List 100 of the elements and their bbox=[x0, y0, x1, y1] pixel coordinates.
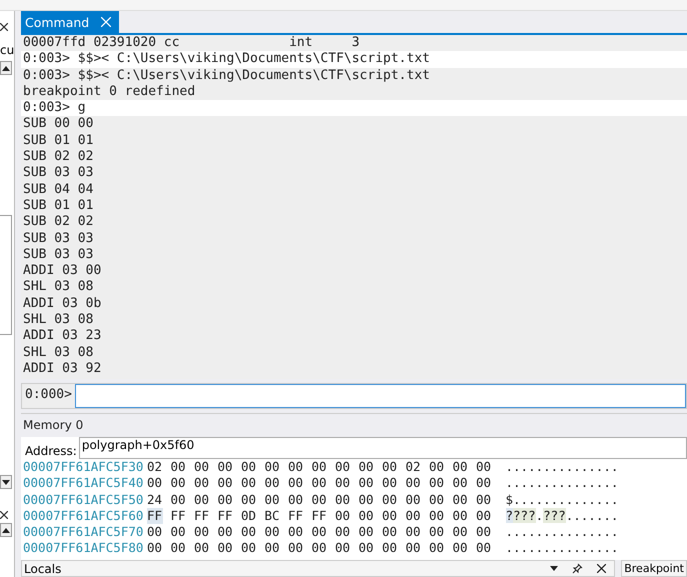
output-line: SUB 04 04 bbox=[22, 182, 94, 198]
hex-byte: 00 bbox=[406, 492, 422, 508]
breakpoints-tab[interactable]: Breakpoint bbox=[621, 560, 687, 577]
prompt-label: 0:000> bbox=[22, 384, 75, 408]
hex-byte: 00 bbox=[264, 459, 280, 476]
memory-address: 00007FF61AFC5F40 bbox=[22, 475, 144, 492]
hex-byte: 00 bbox=[194, 475, 210, 492]
memory-address: 00007FF61AFC5F80 bbox=[22, 540, 144, 557]
hex-byte: 00 bbox=[406, 508, 422, 524]
hex-byte: 00 bbox=[218, 492, 234, 508]
close-icon[interactable] bbox=[0, 23, 8, 31]
hex-byte: 00 bbox=[358, 508, 374, 524]
output-line: SHL 03 08 bbox=[22, 312, 94, 328]
output-line: ADDI 03 92 bbox=[22, 360, 102, 378]
hex-byte: 00 bbox=[476, 508, 492, 524]
hex-byte: 00 bbox=[312, 459, 328, 476]
hex-byte: 00 bbox=[335, 459, 351, 476]
ascii-text: ??? bbox=[543, 508, 566, 523]
hex-byte: 00 bbox=[194, 492, 210, 508]
output-line: ADDI 03 0b bbox=[22, 296, 102, 312]
hex-byte: 00 bbox=[264, 540, 280, 557]
hex-byte: 0D bbox=[241, 508, 257, 524]
hex-byte: 00 bbox=[170, 492, 186, 508]
address-field[interactable]: polygraph+0x5f60 bbox=[78, 437, 687, 459]
hex-byte: 00 bbox=[406, 524, 422, 540]
dropdown-caret-icon[interactable] bbox=[550, 566, 558, 571]
ascii-text: ............... bbox=[506, 540, 618, 556]
hex-byte: 00 bbox=[452, 524, 468, 540]
hex-byte: 00 bbox=[358, 492, 374, 508]
hex-byte: 24 bbox=[147, 492, 163, 508]
output-line: 0:003> $$>< C:\Users\viking\Documents\CTF\script.txt bbox=[22, 68, 431, 84]
hex-byte: 00 bbox=[335, 524, 351, 540]
hex-byte: BC bbox=[264, 508, 280, 524]
ascii-text: ............... bbox=[506, 459, 618, 474]
hex-byte: 00 bbox=[429, 524, 445, 540]
hex-byte: 00 bbox=[147, 540, 163, 557]
output-line: SUB 00 00 bbox=[22, 116, 94, 133]
scroll-up-button[interactable] bbox=[0, 523, 12, 537]
hex-byte: 00 bbox=[335, 540, 351, 557]
hex-byte: 00 bbox=[429, 475, 445, 492]
memory-address: 00007FF61AFC5F70 bbox=[22, 524, 144, 540]
ascii-text: $.............. bbox=[506, 492, 618, 507]
scroll-down-button[interactable] bbox=[0, 475, 12, 489]
hex-byte: 00 bbox=[147, 524, 163, 540]
hex-byte: 00 bbox=[194, 524, 210, 540]
hex-byte: 00 bbox=[382, 475, 398, 492]
pin-icon[interactable] bbox=[572, 563, 584, 574]
hex-byte: 00 bbox=[358, 475, 374, 492]
hex-byte: FF bbox=[147, 508, 163, 524]
output-line: SUB 03 03 bbox=[22, 230, 94, 247]
hex-byte: 00 bbox=[241, 492, 257, 508]
close-icon[interactable] bbox=[597, 564, 606, 573]
hex-byte: 00 bbox=[382, 524, 398, 540]
output-line: SUB 03 03 bbox=[22, 246, 94, 264]
hex-byte: 00 bbox=[476, 524, 492, 540]
hex-byte: 00 bbox=[335, 492, 351, 508]
memory-address: 00007FF61AFC5F60 bbox=[22, 508, 144, 524]
locals-title: Locals bbox=[23, 562, 62, 576]
hex-byte: 00 bbox=[194, 459, 210, 476]
output-line: SHL 03 08 bbox=[22, 279, 94, 296]
hex-byte: 00 bbox=[382, 508, 398, 524]
hex-byte: 00 bbox=[358, 540, 374, 557]
output-line: breakpoint 0 redefined bbox=[22, 84, 196, 100]
hex-byte: FF bbox=[170, 508, 186, 524]
hex-byte: 00 bbox=[476, 492, 492, 508]
close-icon[interactable] bbox=[0, 511, 8, 519]
hex-byte: 00 bbox=[476, 459, 492, 476]
hex-byte: 00 bbox=[382, 459, 398, 476]
hex-byte: 00 bbox=[452, 540, 468, 557]
hex-byte: 02 bbox=[147, 459, 163, 476]
output-line: SUB 03 03 bbox=[22, 165, 94, 182]
hex-byte: 00 bbox=[218, 524, 234, 540]
ascii-text: ............... bbox=[506, 475, 618, 490]
hex-byte: 00 bbox=[241, 475, 257, 492]
memory-title: Memory 0 bbox=[22, 417, 84, 434]
hex-byte: 00 bbox=[170, 459, 186, 476]
hex-byte: 00 bbox=[429, 540, 445, 557]
down-triangle-icon bbox=[2, 480, 10, 484]
hex-byte: 00 bbox=[264, 524, 280, 540]
address-label: Address: bbox=[24, 443, 78, 458]
hex-byte: 00 bbox=[241, 540, 257, 557]
hex-byte: 00 bbox=[170, 524, 186, 540]
hex-byte: 00 bbox=[406, 540, 422, 557]
hex-byte: 00 bbox=[335, 508, 351, 524]
hex-byte: 00 bbox=[382, 540, 398, 557]
scroll-up-button[interactable] bbox=[0, 61, 12, 75]
locals-panel-header[interactable]: Locals bbox=[21, 560, 616, 577]
hex-byte: 00 bbox=[429, 492, 445, 508]
hex-byte: 00 bbox=[288, 540, 304, 557]
output-line: ADDI 03 00 bbox=[22, 263, 102, 280]
hex-byte: 00 bbox=[452, 475, 468, 492]
hex-byte: 00 bbox=[218, 540, 234, 557]
hex-byte: 00 bbox=[406, 475, 422, 492]
ascii-text: ??? bbox=[513, 508, 536, 523]
output-line: SHL 03 08 bbox=[22, 344, 94, 361]
hex-byte: FF bbox=[288, 508, 304, 524]
hex-byte: 00 bbox=[429, 459, 445, 476]
hex-byte: 00 bbox=[170, 475, 186, 492]
hex-byte: 00 bbox=[429, 508, 445, 524]
command-tab[interactable]: Command bbox=[21, 11, 120, 33]
